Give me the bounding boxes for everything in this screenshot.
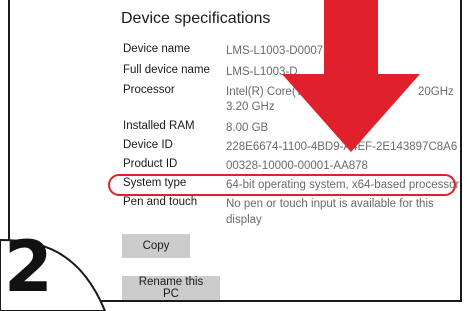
spec-label: Full device name <box>123 64 210 76</box>
spec-value-line2: 3.20 GHz <box>226 101 275 113</box>
rename-this-pc-button[interactable]: Rename this PC <box>122 276 220 300</box>
down-arrow-icon <box>282 0 420 152</box>
spec-value: 00328-10000-00001-AA878 <box>226 160 368 172</box>
spec-label: Product ID <box>123 158 178 170</box>
section-title: Device specifications <box>121 10 271 27</box>
spec-label: Installed RAM <box>123 120 195 132</box>
spec-label: Processor <box>123 84 175 96</box>
spec-label: Device name <box>123 43 191 55</box>
step-number: 2 <box>4 226 53 308</box>
spec-label: Pen and touch <box>123 196 198 208</box>
spec-value: 8.00 GB <box>226 122 269 134</box>
system-type-highlight <box>108 174 456 196</box>
copy-button[interactable]: Copy <box>122 234 190 258</box>
spec-value: No pen or touch input is available for t… <box>226 198 434 226</box>
spec-label: Device ID <box>123 139 173 151</box>
